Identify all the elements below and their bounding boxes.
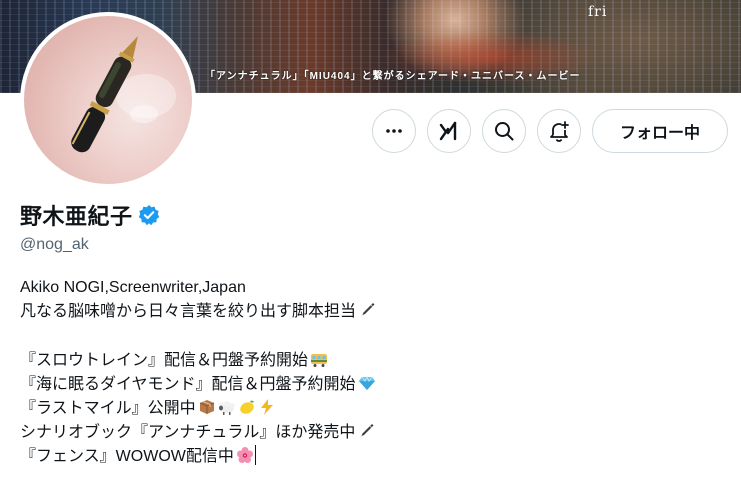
avatar[interactable] [20,12,196,188]
profile-name-row: 野木亜紀子 [20,199,160,231]
bio-text: 『フェンス』WOWOW配信中 [20,448,234,466]
bio-text: Akiko NOGI,Screenwriter,Japan [20,279,246,296]
hibiscus-icon [236,447,253,464]
bio-text: 『ラストマイル』公開中 [20,399,196,417]
lemon-icon [239,400,254,414]
verified-badge-icon[interactable] [138,204,160,226]
bio-line [20,324,376,348]
pen-icon [361,303,375,318]
fountain-pen-image [71,35,176,153]
following-button[interactable]: フォロー中 [592,109,728,153]
more-button[interactable] [372,109,416,153]
bio-text: 『海に眠るダイヤモンド』配信＆円盤予約開始 [20,375,356,393]
bio-line: シナリオブック『アンナチュラル』ほか発売中 [20,421,376,445]
profile-bio: Akiko NOGI,Screenwriter,Japan 凡なる脳味噌から日々… [20,276,376,470]
grok-icon [439,121,457,141]
bio-text: 『スロウトレイン』配信＆円盤予約開始 [20,351,309,369]
lightning-icon [260,398,273,415]
sheep-icon [218,400,235,415]
bio-line: 『海に眠るダイヤモンド』配信＆円盤予約開始 [20,373,376,397]
bio-text: シナリオブック『アンナチュラル』ほか発売中 [20,424,356,442]
bell-plus-icon [550,121,569,142]
package-icon [199,399,214,414]
ellipsis-icon [386,129,402,133]
text-cursor [254,445,256,466]
notifications-button[interactable] [537,109,581,153]
display-name: 野木亜紀子 [20,204,133,229]
bio-line: 『フェンス』WOWOW配信中 [20,445,376,469]
grok-button[interactable] [427,109,471,153]
banner-date-text: fri [588,4,608,20]
train-icon [311,353,328,367]
username-handle: @nog_ak [20,236,89,253]
bio-line: 凡なる脳味噌から日々言葉を絞り出す脚本担当 [20,300,376,324]
banner-caption: 「アンナチュラル」「MIU404」と繋がるシェアード・ユニバース・ムービー [205,71,581,82]
diamond-icon [358,375,375,390]
profile-actions: フォロー中 [0,109,741,153]
search-icon [495,122,514,141]
bio-text: 凡なる脳味噌から日々言葉を絞り出す脚本担当 [20,303,357,321]
pen-icon [360,424,374,439]
bio-line: 『ラストマイル』公開中 [20,397,376,421]
search-button[interactable] [482,109,526,153]
bio-line: 『スロウトレイン』配信＆円盤予約開始 [20,349,376,373]
bio-line: Akiko NOGI,Screenwriter,Japan [20,276,376,300]
